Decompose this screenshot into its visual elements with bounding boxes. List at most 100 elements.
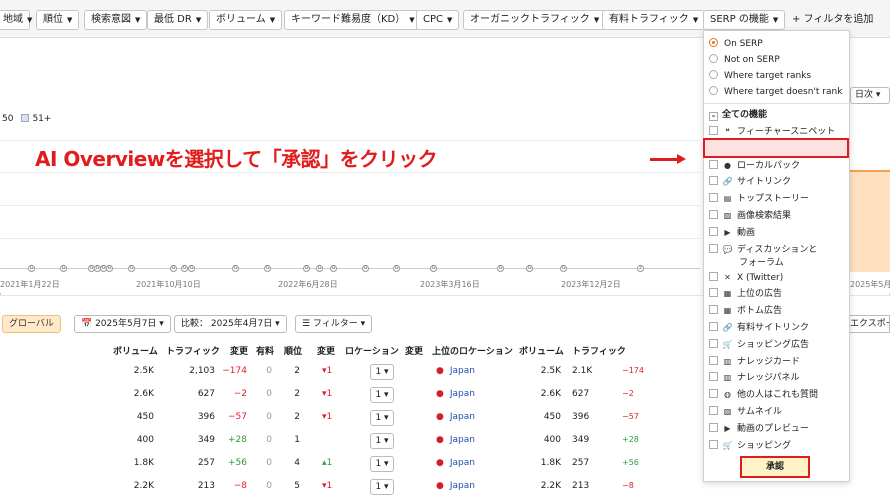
column-header-location-change[interactable]: 変更 bbox=[405, 344, 423, 357]
filter-paid-traffic-button[interactable]: 有料トラフィック ▼ bbox=[602, 10, 706, 30]
country-link[interactable]: Japan bbox=[450, 366, 475, 376]
radio-on-serp[interactable]: On SERP bbox=[709, 37, 763, 51]
location-select[interactable]: 1 ▾ bbox=[370, 364, 394, 380]
top-location-cell[interactable]: ● Japan bbox=[436, 389, 475, 399]
country-link[interactable]: Japan bbox=[450, 458, 475, 468]
location-select[interactable]: 1 ▾ bbox=[370, 456, 394, 472]
annotation-marker[interactable]: G bbox=[60, 265, 67, 272]
top-location-cell[interactable]: ● Japan bbox=[436, 412, 475, 422]
column-header-volume-2[interactable]: ボリューム bbox=[519, 344, 564, 357]
change-2-cell: +28 bbox=[622, 435, 639, 444]
column-header-top-location[interactable]: 上位のロケーション bbox=[432, 344, 513, 357]
annotation-marker[interactable]: G bbox=[526, 265, 533, 272]
feature-option[interactable]: ▨ サムネイル bbox=[709, 405, 782, 419]
feature-option[interactable]: ▦ 上位の広告 bbox=[709, 287, 782, 301]
filter-dr-button[interactable]: 最低 DR ▼ bbox=[147, 10, 209, 30]
column-header-position[interactable]: 順位 bbox=[284, 344, 302, 357]
country-link[interactable]: Japan bbox=[450, 389, 475, 399]
column-header-position-change[interactable]: 変更 bbox=[317, 344, 335, 357]
column-header-volume[interactable]: ボリューム bbox=[113, 344, 158, 357]
annotation-marker[interactable]: 2 bbox=[637, 265, 644, 272]
feature-option[interactable]: ▥ ナレッジカード bbox=[709, 355, 800, 369]
filter-position-button[interactable]: 順位 ▼ bbox=[36, 10, 80, 30]
table-row[interactable]: 1.8K 257 +56 0 4 ▴1 1 ▾ ● Japan 1.8K 257 +56 bbox=[0, 454, 700, 476]
legend-checkbox[interactable] bbox=[21, 114, 30, 122]
column-header-change[interactable]: 変更 bbox=[230, 344, 248, 357]
radio-where-target-doesnt-rank[interactable]: Where target doesn't rank bbox=[709, 85, 842, 99]
feature-option[interactable]: ▦ ボトム広告 bbox=[709, 304, 782, 318]
compare-picker[interactable]: 比較： 2025年4月7日 ▾ bbox=[174, 315, 287, 333]
granularity-select[interactable]: 日次 ▾ bbox=[850, 87, 890, 104]
column-header-traffic-2[interactable]: トラフィック bbox=[572, 344, 626, 357]
top-location-cell[interactable]: ● Japan bbox=[436, 366, 475, 376]
feature-option[interactable]: ● ローカルパック bbox=[709, 159, 800, 173]
filter-kd-button[interactable]: キーワード難易度（KD） ▼ bbox=[284, 10, 422, 30]
top-location-cell[interactable]: ● Japan bbox=[436, 481, 475, 491]
table-filter-button[interactable]: ☰ フィルター ▾ bbox=[295, 315, 373, 333]
annotation-marker[interactable]: G bbox=[430, 265, 437, 272]
column-header-traffic[interactable]: トラフィック bbox=[166, 344, 220, 357]
annotation-marker[interactable]: G bbox=[181, 265, 188, 272]
radio-where-target-ranks[interactable]: Where target ranks bbox=[709, 69, 811, 83]
annotation-marker[interactable]: G bbox=[362, 265, 369, 272]
annotation-marker[interactable]: G bbox=[188, 265, 195, 272]
filter-region-button[interactable]: 地域 ▼ bbox=[0, 10, 32, 30]
feature-option[interactable]: ▶ 動画のプレビュー bbox=[709, 422, 809, 436]
column-header-location[interactable]: ロケーション bbox=[345, 344, 399, 357]
feature-option[interactable]: ▥ ナレッジパネル bbox=[709, 371, 799, 385]
top-location-cell[interactable]: ● Japan bbox=[436, 458, 475, 468]
filter-intent-button[interactable]: 検索意図 ▼ bbox=[84, 10, 148, 30]
approve-button[interactable]: 承認 bbox=[740, 456, 810, 478]
country-link[interactable]: Japan bbox=[450, 481, 475, 491]
annotation-marker[interactable]: G bbox=[170, 265, 177, 272]
feature-option[interactable]: ✕ X (Twitter) bbox=[709, 271, 783, 285]
country-link[interactable]: Japan bbox=[450, 412, 475, 422]
country-link[interactable]: Japan bbox=[450, 435, 475, 445]
feature-option[interactable]: 💬 ディスカッションと フォーラム bbox=[709, 243, 817, 271]
filter-cpc-button[interactable]: CPC ▼ bbox=[416, 10, 460, 30]
column-header-paid[interactable]: 有料 bbox=[256, 344, 274, 357]
filter-serp-features-button[interactable]: SERP の機能 ▼ bbox=[703, 10, 786, 30]
feature-option[interactable]: 🔗 サイトリンク bbox=[709, 175, 791, 189]
traffic-2-cell: 349 bbox=[572, 435, 590, 445]
location-select[interactable]: 1 ▾ bbox=[370, 410, 394, 426]
feature-option[interactable]: 🛒 ショッピング bbox=[709, 439, 791, 453]
feature-option[interactable]: ▨ 画像検索結果 bbox=[709, 209, 791, 223]
annotation-marker[interactable]: G bbox=[128, 265, 135, 272]
table-row[interactable]: 400 349 +28 0 1 1 ▾ ● Japan 400 349 +28 bbox=[0, 431, 700, 453]
export-button[interactable]: エクスポー bbox=[848, 315, 890, 333]
annotation-marker[interactable]: G bbox=[497, 265, 504, 272]
annotation-marker[interactable]: G bbox=[560, 265, 567, 272]
annotation-marker[interactable]: G bbox=[28, 265, 35, 272]
filter-volume-button[interactable]: ボリューム ▼ bbox=[209, 10, 283, 30]
filter-organic-traffic-button[interactable]: オーガニックトラフィック ▼ bbox=[463, 10, 607, 30]
checkbox-all-features[interactable]: – 全ての機能 bbox=[709, 108, 767, 122]
global-tab[interactable]: グローバル bbox=[2, 315, 61, 333]
location-select[interactable]: 1 ▾ bbox=[370, 387, 394, 403]
annotation-marker[interactable]: G bbox=[316, 265, 323, 272]
location-select[interactable]: 1 ▾ bbox=[370, 433, 394, 449]
table-row[interactable]: 450 396 −57 0 2 ▾1 1 ▾ ● Japan 450 396 −57 bbox=[0, 408, 700, 430]
feature-option[interactable]: 🔗 有料サイトリンク bbox=[709, 321, 809, 335]
location-select[interactable]: 1 ▾ bbox=[370, 479, 394, 495]
annotation-marker[interactable]: G bbox=[264, 265, 271, 272]
annotation-marker[interactable]: G bbox=[393, 265, 400, 272]
radio-not-on-serp[interactable]: Not on SERP bbox=[709, 53, 780, 67]
feature-option[interactable]: ❝ フィーチャースニペット bbox=[709, 125, 835, 139]
date-picker[interactable]: 📅 2025年5月7日 ▾ bbox=[74, 315, 171, 333]
feature-option[interactable]: 🛒 ショッピング広告 bbox=[709, 338, 809, 352]
annotation-marker[interactable]: G bbox=[232, 265, 239, 272]
annotation-marker[interactable]: G bbox=[330, 265, 337, 272]
annotation-marker[interactable]: G bbox=[303, 265, 310, 272]
table-row[interactable]: 2.6K 627 −2 0 2 ▾1 1 ▾ ● Japan 2.6K 627 −2 bbox=[0, 385, 700, 407]
feature-option[interactable]: ▤ トップストーリー bbox=[709, 192, 809, 206]
add-filter-button[interactable]: + フィルタを追加 bbox=[792, 10, 873, 30]
feature-option[interactable]: ▶ 動画 bbox=[709, 226, 755, 240]
top-location-cell[interactable]: ● Japan bbox=[436, 435, 475, 445]
table-row[interactable]: 2.2K 213 −8 0 5 ▾1 1 ▾ ● Japan 2.2K 213 −8 bbox=[0, 477, 700, 499]
table-row[interactable]: 2.5K 2,103 −174 0 2 ▾1 1 ▾ ● Japan 2.5K 2.1K −174 bbox=[0, 362, 700, 384]
checkbox-icon bbox=[709, 210, 718, 219]
gridline bbox=[0, 140, 700, 141]
annotation-marker[interactable]: G bbox=[106, 265, 113, 272]
feature-option[interactable]: ◍ 他の人はこれも質問 bbox=[709, 388, 818, 402]
